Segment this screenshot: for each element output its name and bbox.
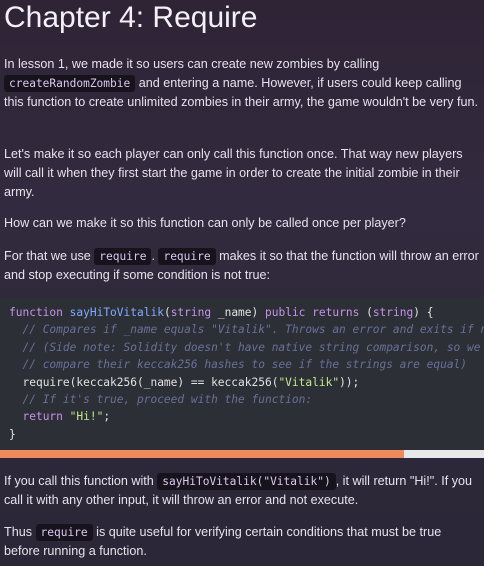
chapter-title: Chapter 4: Require bbox=[4, 1, 258, 34]
paragraph-once: Let's make it so each player can only ca… bbox=[4, 147, 463, 199]
paragraph-question: How can we make it so this function can … bbox=[4, 216, 406, 230]
code-line-5: require(keccak256(_name) == keccak256("V… bbox=[22, 375, 360, 389]
text: For that we use bbox=[4, 249, 95, 263]
code-lines: function sayHiToVitalik(string _name) pu… bbox=[9, 304, 484, 443]
inline-code-require: require bbox=[94, 248, 152, 265]
inline-code-createRandomZombie: createRandomZombie bbox=[4, 75, 136, 92]
text: If you call this function with bbox=[4, 474, 158, 488]
inline-code-require: require bbox=[35, 524, 93, 541]
text: In lesson 1, we made it so users can cre… bbox=[4, 57, 380, 71]
paragraph-call-example: If you call this function with sayHiToVi… bbox=[4, 472, 480, 510]
code-block[interactable]: function sayHiToVitalik(string _name) pu… bbox=[0, 298, 484, 450]
code-line-4: // compare their keccak256 hashes to see… bbox=[22, 358, 468, 372]
text: Thus bbox=[4, 525, 36, 539]
code-line-2: // Compares if _name equals "Vitalik". T… bbox=[22, 323, 484, 337]
paragraph-require: For that we use require. require makes i… bbox=[4, 247, 480, 285]
scrollbar-thumb[interactable] bbox=[0, 450, 405, 458]
code-horizontal-scrollbar[interactable] bbox=[0, 450, 484, 458]
paragraph-summary: Thus require is quite useful for verifyi… bbox=[4, 523, 480, 561]
code-line-6: // If it's true, proceed with the functi… bbox=[22, 393, 313, 407]
paragraph-intro: In lesson 1, we made it so users can cre… bbox=[4, 55, 480, 112]
code-line-3: // (Side note: Solidity doesn't have nat… bbox=[22, 340, 481, 354]
code-line-1: function sayHiToVitalik(string _name) pu… bbox=[9, 306, 434, 319]
code-line-7: return "Hi!"; bbox=[22, 410, 111, 424]
inline-code-sayHiToVitalik: sayHiToVitalik("Vitalik") bbox=[157, 473, 336, 490]
code-line-8: } bbox=[9, 427, 16, 441]
inline-code-require: require bbox=[158, 248, 216, 265]
